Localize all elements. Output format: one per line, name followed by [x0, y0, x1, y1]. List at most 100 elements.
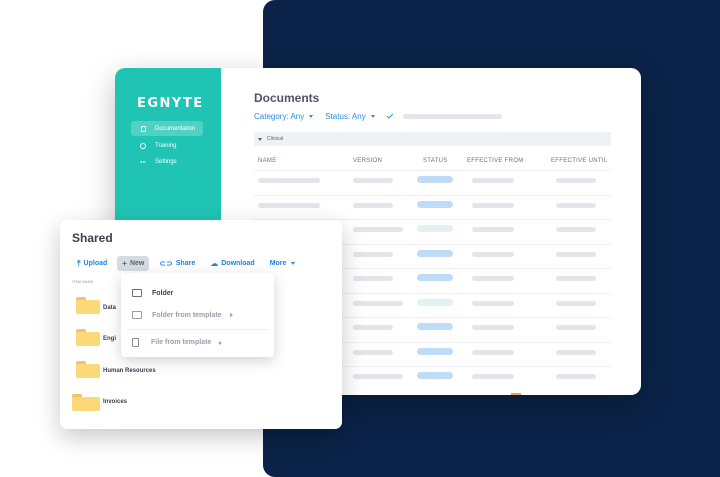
status-pill — [417, 250, 453, 257]
status-filter[interactable]: Status: Any — [325, 112, 375, 121]
placeholder-bar — [353, 252, 393, 257]
menu-divider — [127, 329, 268, 330]
list-item-label[interactable]: Invoices — [103, 399, 127, 405]
upload-button[interactable]: ⤒ Upload — [72, 256, 112, 271]
placeholder-bar — [472, 301, 514, 306]
placeholder-bar — [353, 374, 403, 379]
folder-template-icon — [132, 311, 142, 319]
menu-item-label: File from template — [151, 339, 212, 346]
menu-item-file-from-template[interactable]: File from template — [132, 338, 223, 347]
download-button[interactable]: ☁ Download — [205, 256, 259, 271]
filter-bar: Category: Any Status: Any — [254, 112, 502, 121]
placeholder-bar — [472, 252, 514, 257]
menu-item-folder[interactable]: Folder — [132, 289, 173, 297]
placeholder-bar — [353, 325, 393, 330]
new-dropdown-menu: Folder Folder from template File from te… — [121, 273, 274, 357]
more-label: More — [269, 260, 287, 267]
column-header-status[interactable]: STATUS — [423, 158, 448, 164]
list-item-label[interactable]: Human Resources — [103, 368, 156, 374]
placeholder-bar — [556, 301, 596, 306]
filter-placeholder-bar — [402, 114, 502, 119]
sidebar-item-label: Documentation — [155, 125, 196, 132]
new-button[interactable]: + New — [117, 256, 150, 271]
sidebar-item-training[interactable]: Training — [131, 138, 203, 153]
placeholder-bar — [353, 301, 403, 306]
status-filter-label: Status: Any — [325, 112, 366, 121]
status-pill — [417, 299, 453, 306]
placeholder-bar — [556, 203, 596, 208]
more-button[interactable]: More — [265, 256, 301, 271]
group-header-clinical[interactable]: Clinical — [254, 132, 611, 146]
shared-title: Shared — [72, 231, 113, 245]
placeholder-bar — [258, 178, 320, 183]
folder-icon — [76, 361, 100, 378]
placeholder-bar — [353, 227, 403, 232]
share-button[interactable]: ⊂⊃ Share — [154, 256, 200, 271]
column-header-item-name: ITEM NAME — [72, 280, 94, 284]
file-template-icon — [132, 338, 139, 347]
sidebar-item-label: Training — [155, 142, 177, 149]
status-pill — [417, 348, 453, 355]
status-pill — [417, 274, 453, 281]
row-divider — [254, 170, 611, 171]
folder-outline-icon — [132, 289, 142, 297]
chevron-down-icon — [291, 262, 296, 265]
cloud-download-icon: ☁ — [210, 258, 219, 268]
placeholder-bar — [556, 276, 596, 281]
placeholder-bar — [472, 203, 514, 208]
folder-icon — [76, 329, 100, 346]
list-item-label[interactable]: Engi — [103, 336, 116, 342]
status-pill — [417, 176, 453, 183]
chevron-right-icon — [229, 313, 233, 317]
chevron-down-icon — [309, 115, 314, 118]
column-header-effective-from[interactable]: EFFECTIVE FROM — [467, 158, 524, 164]
document-icon — [140, 125, 146, 132]
decorative-accent — [511, 393, 521, 395]
placeholder-bar — [472, 276, 514, 281]
column-header-effective-until[interactable]: EFFECTIVE UNTIL — [551, 158, 608, 164]
placeholder-bar — [556, 325, 596, 330]
page-title: Documents — [254, 91, 320, 105]
share-label: Share — [175, 260, 196, 267]
status-pill — [417, 323, 453, 330]
placeholder-bar — [472, 374, 514, 379]
category-filter-label: Category: Any — [254, 112, 305, 121]
plus-icon: + — [122, 258, 127, 268]
sidebar-item-label: Settings — [155, 158, 177, 165]
check-icon[interactable] — [386, 112, 393, 119]
placeholder-bar — [353, 276, 393, 281]
placeholder-bar — [472, 325, 514, 330]
shared-toolbar: ⤒ Upload + New ⊂⊃ Share ☁ Download More — [72, 256, 305, 271]
placeholder-bar — [556, 252, 596, 257]
status-pill — [417, 201, 453, 208]
placeholder-bar — [472, 350, 514, 355]
download-label: Download — [221, 260, 255, 267]
placeholder-bar — [556, 178, 596, 183]
row-divider — [254, 195, 611, 196]
category-filter[interactable]: Category: Any — [254, 112, 314, 121]
sidebar-item-settings[interactable]: Settings — [131, 154, 203, 169]
egnyte-logo: EGNYTE — [137, 96, 204, 111]
menu-item-folder-from-template[interactable]: Folder from template — [132, 311, 233, 319]
folder-icon — [72, 394, 100, 411]
status-pill — [417, 372, 453, 379]
menu-item-label: Folder from template — [152, 311, 222, 319]
group-label: Clinical — [267, 136, 284, 142]
placeholder-bar — [258, 203, 320, 208]
more-dots-icon — [140, 158, 146, 165]
placeholder-bar — [556, 350, 596, 355]
placeholder-bar — [353, 203, 393, 208]
info-icon — [140, 142, 146, 149]
collapse-triangle-icon — [258, 137, 262, 141]
placeholder-bar — [556, 227, 596, 232]
column-header-version[interactable]: VERSION — [353, 158, 382, 164]
placeholder-bar — [472, 178, 514, 183]
upload-icon: ⤒ — [77, 258, 81, 268]
list-item-label[interactable]: Data — [103, 305, 116, 311]
link-icon: ⊂⊃ — [159, 258, 173, 268]
column-header-name[interactable]: NAME — [258, 158, 277, 164]
sidebar-item-documentation[interactable]: Documentation — [131, 121, 203, 136]
placeholder-bar — [556, 374, 596, 379]
placeholder-bar — [472, 227, 514, 232]
chevron-down-icon — [370, 115, 375, 118]
